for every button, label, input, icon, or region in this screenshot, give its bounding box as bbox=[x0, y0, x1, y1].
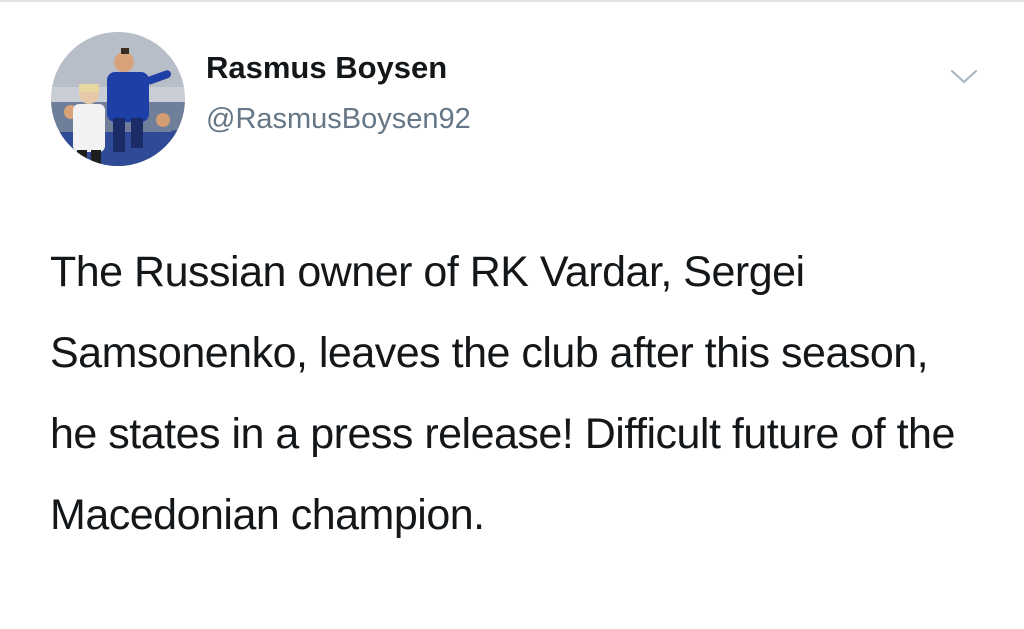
author-handle[interactable]: @RasmusBoysen92 bbox=[206, 103, 471, 136]
author-avatar[interactable] bbox=[51, 32, 185, 166]
chevron-down-icon bbox=[950, 69, 978, 84]
tweet-card: Rasmus Boysen @RasmusBoysen92 The Russia… bbox=[0, 0, 1024, 629]
tweet-text: The Russian owner of RK Vardar, Sergei S… bbox=[50, 248, 955, 539]
author-display-name[interactable]: Rasmus Boysen bbox=[206, 50, 447, 86]
avatar-photo bbox=[51, 32, 185, 166]
tweet-menu-button[interactable] bbox=[944, 62, 984, 92]
